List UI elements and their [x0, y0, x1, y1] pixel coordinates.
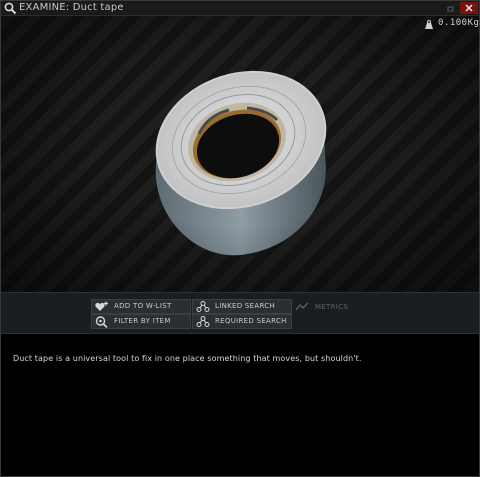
add-to-wishlist-button[interactable]: ADD TO W-LIST — [91, 299, 191, 314]
link-nodes-icon — [196, 301, 210, 312]
title-bar[interactable]: EXAMINE: Duct tape — [1, 1, 479, 16]
magnifier-icon — [4, 2, 17, 15]
filter-search-icon — [95, 316, 108, 328]
examine-window: EXAMINE: Duct tape 0.100Kg ADD TO W-LIST… — [0, 0, 480, 477]
metrics-label: METRICS — [315, 303, 349, 311]
window-title: EXAMINE: Duct tape — [19, 2, 124, 13]
item-weight: 0.100Kg — [438, 18, 480, 28]
required-nodes-icon — [196, 316, 210, 327]
filter-by-item-button[interactable]: FILTER BY ITEM — [91, 314, 191, 329]
heart-plus-icon — [95, 301, 108, 311]
close-button[interactable] — [460, 2, 478, 14]
required-search-button[interactable]: REQUIRED SEARCH — [192, 314, 292, 329]
item-description: Duct tape is a universal tool to fix in … — [13, 354, 362, 363]
linked-search-label: LINKED SEARCH — [215, 302, 276, 310]
linked-search-button[interactable]: LINKED SEARCH — [192, 299, 292, 314]
required-search-label: REQUIRED SEARCH — [215, 317, 287, 325]
examine-toolbar: ADD TO W-LIST LINKED SEARCH METRICS FILT… — [1, 292, 479, 334]
close-icon — [465, 4, 473, 12]
minimize-icon[interactable] — [445, 3, 457, 13]
filter-by-item-label: FILTER BY ITEM — [114, 317, 171, 325]
metrics-chart-icon — [295, 302, 309, 311]
vignette-overlay — [1, 16, 479, 292]
add-to-wishlist-label: ADD TO W-LIST — [114, 302, 172, 310]
metrics-button[interactable]: METRICS — [295, 301, 348, 314]
weight-icon — [425, 20, 433, 29]
item-preview[interactable] — [1, 16, 479, 292]
